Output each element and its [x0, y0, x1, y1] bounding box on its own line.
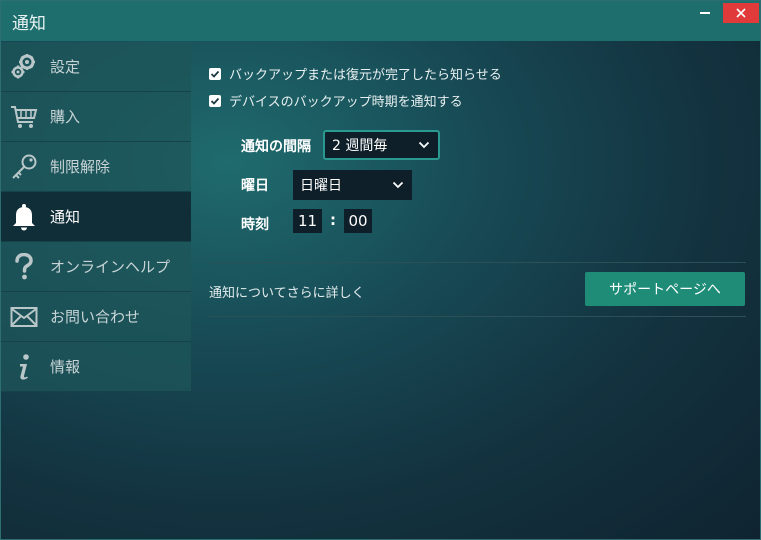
hour-input[interactable]: 11	[293, 209, 322, 233]
sidebar-item-label: 通知	[50, 208, 81, 226]
sidebar: 設定 購入 制限解除 通知 オンラインヘルプ お問い合わせ 情報	[1, 42, 191, 392]
time-separator: :	[330, 211, 336, 229]
window-title: 通知	[12, 14, 46, 34]
sidebar-item-label: 設定	[50, 58, 81, 76]
divider	[209, 262, 746, 263]
envelope-icon	[1, 292, 47, 341]
sidebar-item-info[interactable]: 情報	[1, 342, 191, 392]
interval-select[interactable]: 2 週間毎	[323, 130, 440, 160]
backup-reminder-checkbox-row[interactable]: デバイスのバックアップ時期を通知する	[209, 91, 463, 110]
info-icon	[1, 342, 47, 391]
sidebar-item-contact[interactable]: お問い合わせ	[1, 292, 191, 342]
sidebar-item-label: 購入	[50, 108, 81, 126]
sidebar-item-label: オンラインヘルプ	[50, 258, 171, 276]
question-icon	[1, 242, 47, 291]
time-label: 時刻	[241, 217, 269, 233]
weekday-select[interactable]: 日曜日	[293, 170, 412, 200]
backup-reminder-checkbox[interactable]	[209, 94, 221, 107]
backup-complete-checkbox-row[interactable]: バックアップまたは復元が完了したら知らせる	[209, 64, 502, 83]
sidebar-item-notifications[interactable]: 通知	[1, 192, 191, 242]
minute-input[interactable]: 00	[344, 209, 372, 233]
support-info-text: 通知についてさらに詳しく	[209, 286, 365, 301]
sidebar-item-label: 情報	[50, 358, 81, 376]
weekday-value: 日曜日	[300, 178, 342, 194]
checkmark-icon	[210, 70, 220, 78]
chevron-down-icon	[392, 181, 404, 189]
minimize-button[interactable]	[691, 3, 719, 23]
close-button[interactable]	[723, 3, 759, 23]
backup-complete-label: バックアップまたは復元が完了したら知らせる	[229, 68, 502, 83]
divider	[209, 316, 746, 317]
sidebar-item-label: 制限解除	[50, 158, 111, 176]
sidebar-item-label: お問い合わせ	[50, 308, 141, 326]
notification-window: 通知 設定 購入 制限解除 通知 オンラインヘルプ お問い合わせ 情報 バックア…	[0, 0, 761, 540]
sidebar-item-purchase[interactable]: 購入	[1, 92, 191, 142]
cart-icon	[1, 92, 47, 141]
backup-complete-checkbox[interactable]	[209, 67, 221, 80]
checkmark-icon	[210, 97, 220, 105]
weekday-label: 曜日	[241, 178, 269, 194]
backup-reminder-label: デバイスのバックアップ時期を通知する	[229, 95, 463, 110]
bell-icon	[1, 192, 47, 241]
sidebar-item-online-help[interactable]: オンラインヘルプ	[1, 242, 191, 292]
interval-label: 通知の間隔	[241, 139, 311, 155]
title-bar[interactable]: 通知	[1, 1, 760, 41]
sidebar-item-settings[interactable]: 設定	[1, 42, 191, 92]
minimize-icon	[700, 12, 710, 14]
close-icon	[736, 8, 746, 18]
key-icon	[1, 142, 47, 191]
sidebar-item-unlock[interactable]: 制限解除	[1, 142, 191, 192]
chevron-down-icon	[418, 141, 430, 149]
support-page-button[interactable]: サポートページへ	[585, 272, 745, 306]
gears-icon	[1, 42, 47, 91]
interval-value: 2 週間毎	[332, 138, 388, 154]
